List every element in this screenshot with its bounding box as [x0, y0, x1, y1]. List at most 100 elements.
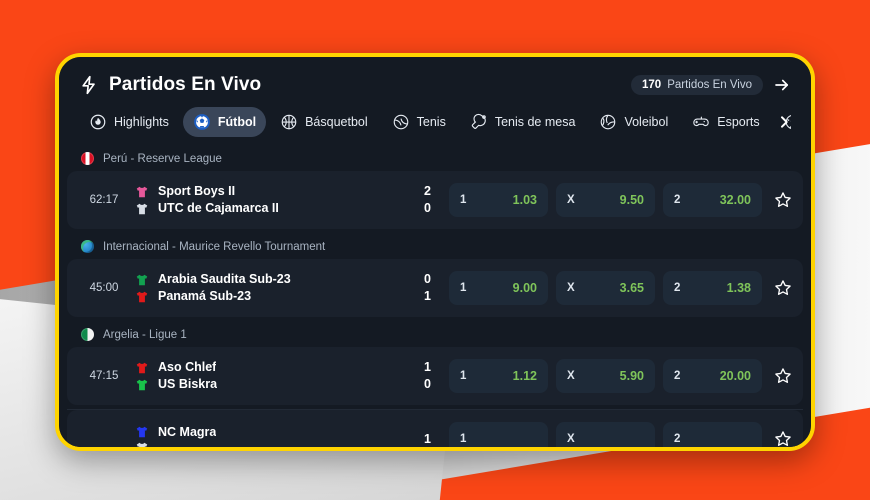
odd-button-x[interactable]: X	[556, 422, 655, 447]
match-teams: Sport Boys II UTC de Cajamarca II	[135, 183, 405, 217]
page-title: Partidos En Vivo	[109, 74, 262, 95]
odd-button-x[interactable]: X 3.65	[556, 271, 655, 305]
lightning-bolt-icon	[79, 73, 99, 97]
odd-value: 9.00	[512, 281, 537, 295]
home-score: 2	[424, 184, 431, 198]
sports-tabs-container: Highlights Fútbol Básquetbol Tenis Tenis…	[59, 105, 811, 145]
match-row[interactable]: 62:17 Sport Boys II UTC de Cajamarca II	[67, 171, 803, 229]
league-header[interactable]: Internacional - Maurice Revello Tourname…	[59, 233, 811, 259]
odd-button-x[interactable]: X 9.50	[556, 183, 655, 217]
away-team	[135, 441, 405, 447]
tab-esports[interactable]: Esports	[682, 107, 769, 137]
odd-button-x[interactable]: X 5.90	[556, 359, 655, 393]
odd-value: 5.90	[619, 369, 644, 383]
jersey-icon	[136, 291, 148, 302]
highlighted-card-frame: Partidos En Vivo 170 Partidos En Vivo Hi…	[55, 53, 815, 451]
odd-key: X	[567, 194, 575, 206]
favorite-star-button[interactable]	[770, 429, 793, 447]
odd-button-1[interactable]: 1 9.00	[449, 271, 548, 305]
away-team: US Biskra	[135, 376, 405, 393]
odd-key: 1	[460, 433, 467, 445]
favorite-star-button[interactable]	[770, 278, 793, 298]
odd-key: 2	[674, 370, 681, 382]
tennis-ball-icon	[392, 113, 410, 131]
match-teams: NC Magra	[135, 424, 405, 447]
home-team: Aso Chlef	[135, 359, 405, 376]
match-scores: 1 0	[405, 359, 431, 393]
jersey-icon	[136, 186, 148, 197]
tab-futbol[interactable]: Fútbol	[182, 107, 267, 137]
jersey-icon	[136, 442, 148, 447]
away-score: 0	[424, 201, 431, 215]
odd-button-1[interactable]: 1	[449, 422, 548, 447]
flame-icon	[89, 113, 107, 131]
odd-button-1[interactable]: 1 1.03	[449, 183, 548, 217]
tab-voleibol[interactable]: Voleibol	[589, 107, 678, 137]
tab-label: Esports	[717, 115, 760, 129]
home-score: 1	[424, 431, 431, 446]
jersey-icon	[136, 426, 148, 438]
match-clock: 47:15	[89, 370, 119, 382]
team-name: Aso Chlef	[158, 360, 217, 374]
soccer-ball-icon	[193, 113, 211, 131]
volleyball-icon	[599, 113, 617, 131]
favorite-star-button[interactable]	[770, 190, 793, 210]
odd-key: X	[567, 282, 575, 294]
odd-value: 1.03	[512, 193, 537, 207]
league-header[interactable]: Argelia - Ligue 1	[59, 321, 811, 347]
odd-key: 1	[460, 282, 467, 294]
team-name: US Biskra	[158, 377, 218, 391]
tab-label: Fútbol	[217, 115, 257, 129]
match-row-partial[interactable]: NC Magra 1 1 X 2	[67, 410, 803, 447]
odd-value: 32.00	[719, 193, 751, 207]
team-name: NC Magra	[158, 424, 217, 439]
home-score: 0	[424, 272, 431, 286]
odd-button-1[interactable]: 1 1.12	[449, 359, 548, 393]
tab-label: Tenis de mesa	[494, 115, 576, 129]
odd-button-2[interactable]: 2 32.00	[663, 183, 762, 217]
tab-label: Highlights	[114, 115, 169, 129]
home-team: NC Magra	[135, 424, 405, 441]
live-matches-list[interactable]: Perú - Reserve League 62:17 Sport Boys I…	[59, 145, 811, 447]
header-right: 170 Partidos En Vivo	[631, 75, 791, 95]
live-matches-card: Partidos En Vivo 170 Partidos En Vivo Hi…	[59, 57, 811, 447]
match-clock: 62:17	[89, 194, 119, 206]
odd-button-2[interactable]: 2 1.38	[663, 271, 762, 305]
jersey-icon	[136, 379, 148, 390]
arrow-right-icon[interactable]	[773, 76, 791, 94]
live-count-label: Partidos En Vivo	[667, 79, 752, 91]
league-name: Argelia - Ligue 1	[103, 328, 187, 341]
league-header[interactable]: Perú - Reserve League	[59, 145, 811, 171]
tab-label: Básquetbol	[305, 115, 368, 129]
match-teams: Arabia Saudita Sub-23 Panamá Sub-23	[135, 271, 405, 305]
jersey-icon	[136, 203, 148, 214]
match-odds: 1 1.12 X 5.90 2 20.00	[449, 359, 793, 393]
odd-key: X	[567, 370, 575, 382]
odd-key: 1	[460, 370, 467, 382]
match-row[interactable]: 45:00 Arabia Saudita Sub-23 Panamá Sub-2…	[67, 259, 803, 317]
tab-tenis-de-mesa[interactable]: Tenis de mesa	[460, 107, 586, 137]
away-team: UTC de Cajamarca II	[135, 200, 405, 217]
away-score: 1	[424, 289, 431, 303]
away-score: 0	[424, 377, 431, 391]
sports-tabs[interactable]: Highlights Fútbol Básquetbol Tenis Tenis…	[79, 107, 791, 137]
tab-label: Voleibol	[624, 115, 669, 129]
away-team: Panamá Sub-23	[135, 288, 405, 305]
tab-basquetbol[interactable]: Básquetbol	[270, 107, 378, 137]
tab-highlights[interactable]: Highlights	[79, 107, 179, 137]
jersey-icon	[136, 362, 148, 373]
match-row[interactable]: 47:15 Aso Chlef US Biskra 1 0 1 1.12 X 5…	[67, 347, 803, 405]
odd-key: 2	[674, 433, 681, 445]
team-name: Panamá Sub-23	[158, 289, 252, 303]
table-tennis-icon	[470, 113, 488, 131]
odd-value: 1.12	[512, 369, 537, 383]
tab-tenis[interactable]: Tenis	[382, 107, 456, 137]
live-count-value: 170	[642, 79, 662, 91]
odd-button-2[interactable]: 2 20.00	[663, 359, 762, 393]
odd-button-2[interactable]: 2	[663, 422, 762, 447]
tabs-scroll-right-button[interactable]	[773, 111, 795, 137]
match-scores: 0 1	[405, 271, 431, 305]
live-count-badge[interactable]: 170 Partidos En Vivo	[631, 75, 763, 95]
odd-key: 2	[674, 282, 681, 294]
favorite-star-button[interactable]	[770, 366, 793, 386]
